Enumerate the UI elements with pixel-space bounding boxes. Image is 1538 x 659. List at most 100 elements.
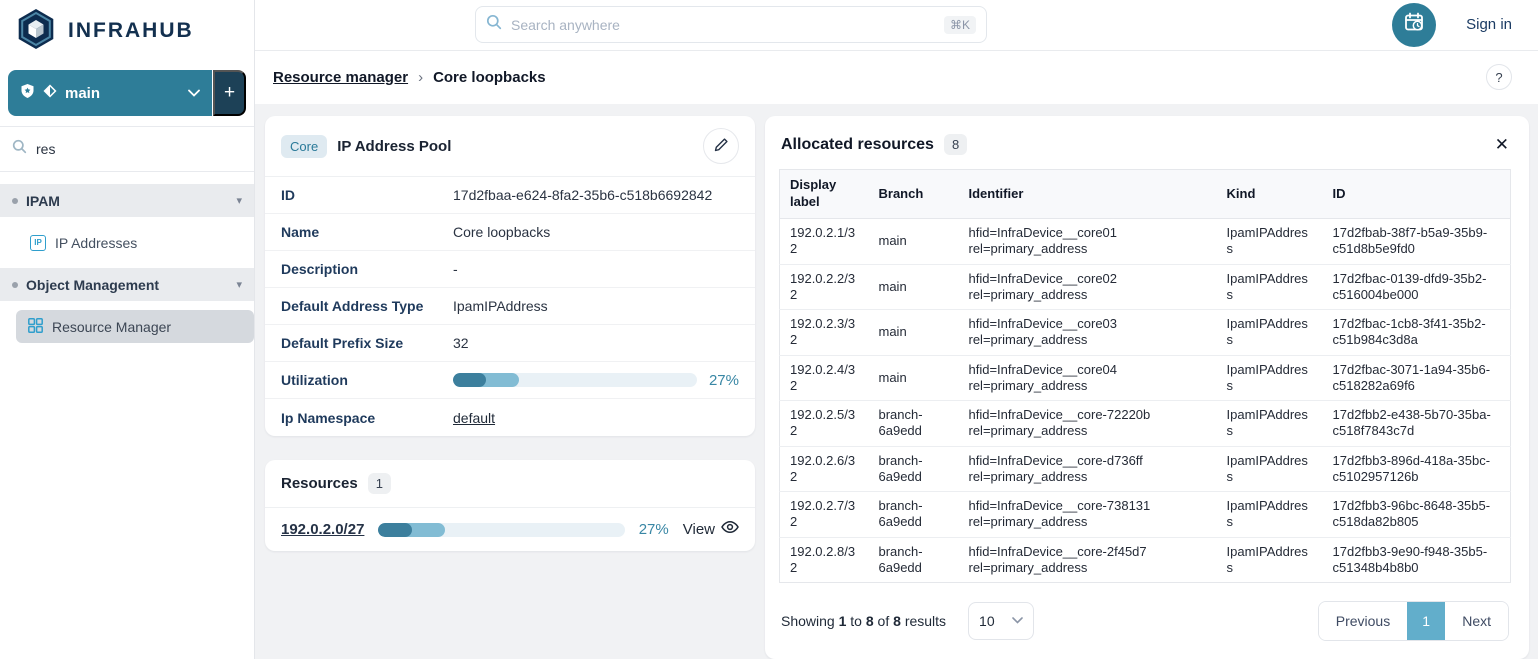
collapse-arrow-icon: ▾ <box>236 278 242 291</box>
cell-display-label: 192.0.2.5/32 <box>780 401 869 447</box>
resource-percent: 27% <box>639 521 669 538</box>
column-id: ID <box>1323 170 1511 219</box>
resources-card-header: Resources 1 <box>265 460 755 508</box>
branch-icon <box>43 84 57 103</box>
core-badge: Core <box>281 135 327 158</box>
page-1-button[interactable]: 1 <box>1407 602 1445 640</box>
pagination: Previous 1 Next <box>1318 601 1509 641</box>
progress-dark-segment <box>453 373 486 387</box>
table-row[interactable]: 192.0.2.6/32 branch-6a9edd hfid=InfraDev… <box>780 446 1511 492</box>
shortcut-badge: ⌘K <box>944 16 976 34</box>
field-label: Ip Namespace <box>281 410 453 426</box>
field-value: 17d2fbaa-e624-8fa2-35b6-c518b6692842 <box>453 187 712 203</box>
pool-field-utilization: Utilization 27% <box>265 362 755 399</box>
add-branch-button[interactable]: + <box>213 70 246 116</box>
search-icon <box>12 139 27 159</box>
column-display-label: Display label <box>780 170 869 219</box>
schedule-button[interactable] <box>1392 3 1436 47</box>
field-label: Utilization <box>281 372 453 388</box>
section-label: IPAM <box>26 193 228 209</box>
resource-row: 192.0.2.0/27 27% View <box>265 508 755 551</box>
table-header-row: Display label Branch Identifier Kind ID <box>780 170 1511 219</box>
close-icon[interactable]: ✕ <box>1495 136 1509 153</box>
main-area: Search anywhere ⌘K Sign in Resource mana… <box>255 0 1538 659</box>
cell-branch: main <box>869 310 959 356</box>
cell-display-label: 192.0.2.2/32 <box>780 264 869 310</box>
resource-prefix-link[interactable]: 192.0.2.0/27 <box>281 521 364 538</box>
pool-field-ip-namespace: Ip Namespace default <box>265 399 755 436</box>
ip-namespace-link[interactable]: default <box>453 410 495 426</box>
resources-title: Resources <box>281 475 358 492</box>
sidebar-section-object-management[interactable]: Object Management ▾ <box>0 268 254 301</box>
column-kind: Kind <box>1217 170 1323 219</box>
sidebar-search-input[interactable] <box>36 141 242 157</box>
view-resource-button[interactable]: View <box>683 520 739 539</box>
sidebar-item-ip-addresses[interactable]: IP IP Addresses <box>0 226 254 259</box>
cell-branch: branch-6a9edd <box>869 537 959 583</box>
page-size-select[interactable]: 10 <box>968 602 1034 640</box>
cell-id: 17d2fbb3-896d-418a-35bc-c5102957126b <box>1323 446 1511 492</box>
cell-id: 17d2fbb3-96bc-8648-35b5-c518da82b805 <box>1323 492 1511 538</box>
resource-progress-bar <box>378 523 624 537</box>
cell-branch: branch-6a9edd <box>869 446 959 492</box>
cell-identifier: hfid=InfraDevice__core01 rel=primary_add… <box>959 219 1217 265</box>
pool-field-id: ID 17d2fbaa-e624-8fa2-35b6-c518b6692842 <box>265 177 755 214</box>
sidebar-section-ipam[interactable]: IPAM ▾ <box>0 184 254 217</box>
global-search[interactable]: Search anywhere ⌘K <box>475 6 987 43</box>
logo[interactable]: INFRAHUB <box>0 0 254 62</box>
table-row[interactable]: 192.0.2.5/32 branch-6a9edd hfid=InfraDev… <box>780 401 1511 447</box>
view-label: View <box>683 521 715 538</box>
field-label: Default Prefix Size <box>281 335 453 351</box>
table-row[interactable]: 192.0.2.7/32 branch-6a9edd hfid=InfraDev… <box>780 492 1511 538</box>
table-row[interactable]: 192.0.2.2/32 main hfid=InfraDevice__core… <box>780 264 1511 310</box>
pool-field-name: Name Core loopbacks <box>265 214 755 251</box>
sidebar: INFRAHUB main + <box>0 0 255 659</box>
help-button[interactable]: ? <box>1486 64 1512 90</box>
cell-branch: main <box>869 219 959 265</box>
table-row[interactable]: 192.0.2.8/32 branch-6a9edd hfid=InfraDev… <box>780 537 1511 583</box>
utilization-percent: 27% <box>709 372 739 389</box>
cell-branch: main <box>869 264 959 310</box>
next-page-button[interactable]: Next <box>1445 602 1508 640</box>
branch-selector[interactable]: main <box>8 70 212 116</box>
previous-page-button[interactable]: Previous <box>1319 602 1407 640</box>
cell-id: 17d2fbac-0139-dfd9-35b2-c516004be000 <box>1323 264 1511 310</box>
table-row[interactable]: 192.0.2.3/32 main hfid=InfraDevice__core… <box>780 310 1511 356</box>
allocated-table: Display label Branch Identifier Kind ID … <box>779 169 1511 583</box>
cell-display-label: 192.0.2.3/32 <box>780 310 869 356</box>
top-bar: Search anywhere ⌘K Sign in <box>255 0 1538 51</box>
calendar-clock-icon <box>1403 11 1425 38</box>
breadcrumb-parent-link[interactable]: Resource manager <box>273 69 408 86</box>
search-icon <box>486 14 502 35</box>
cell-identifier: hfid=InfraDevice__core02 rel=primary_add… <box>959 264 1217 310</box>
field-value: 32 <box>453 335 469 351</box>
allocated-title: Allocated resources <box>781 136 934 154</box>
resources-card: Resources 1 192.0.2.0/27 27% View <box>265 460 755 551</box>
table-row[interactable]: 192.0.2.1/32 main hfid=InfraDevice__core… <box>780 219 1511 265</box>
cell-identifier: hfid=InfraDevice__core04 rel=primary_add… <box>959 355 1217 401</box>
field-label: Name <box>281 224 453 240</box>
cell-branch: main <box>869 355 959 401</box>
topbar-actions: Sign in <box>1392 3 1512 47</box>
infrahub-logo-icon <box>14 7 58 56</box>
field-value: IpamIPAddress <box>453 298 548 314</box>
cell-id: 17d2fbb3-9e90-f948-35b5-c51348b4b8b0 <box>1323 537 1511 583</box>
pool-field-description: Description - <box>265 251 755 288</box>
pencil-icon <box>714 137 729 155</box>
progress-dark-segment <box>378 523 411 537</box>
app-root: INFRAHUB main + <box>0 0 1538 659</box>
edit-pool-button[interactable] <box>703 128 739 164</box>
cell-kind: IpamIPAddress <box>1217 264 1323 310</box>
cell-identifier: hfid=InfraDevice__core-d736ff rel=primar… <box>959 446 1217 492</box>
section-dot-icon <box>12 198 18 204</box>
field-value: Core loopbacks <box>453 224 550 240</box>
cell-display-label: 192.0.2.4/32 <box>780 355 869 401</box>
cell-kind: IpamIPAddress <box>1217 446 1323 492</box>
eye-icon <box>721 520 739 539</box>
table-row[interactable]: 192.0.2.4/32 main hfid=InfraDevice__core… <box>780 355 1511 401</box>
sidebar-item-resource-manager[interactable]: Resource Manager <box>16 310 254 343</box>
cell-kind: IpamIPAddress <box>1217 492 1323 538</box>
field-label: Default Address Type <box>281 298 453 314</box>
sign-in-button[interactable]: Sign in <box>1466 16 1512 33</box>
breadcrumb-separator-icon: › <box>418 69 423 86</box>
